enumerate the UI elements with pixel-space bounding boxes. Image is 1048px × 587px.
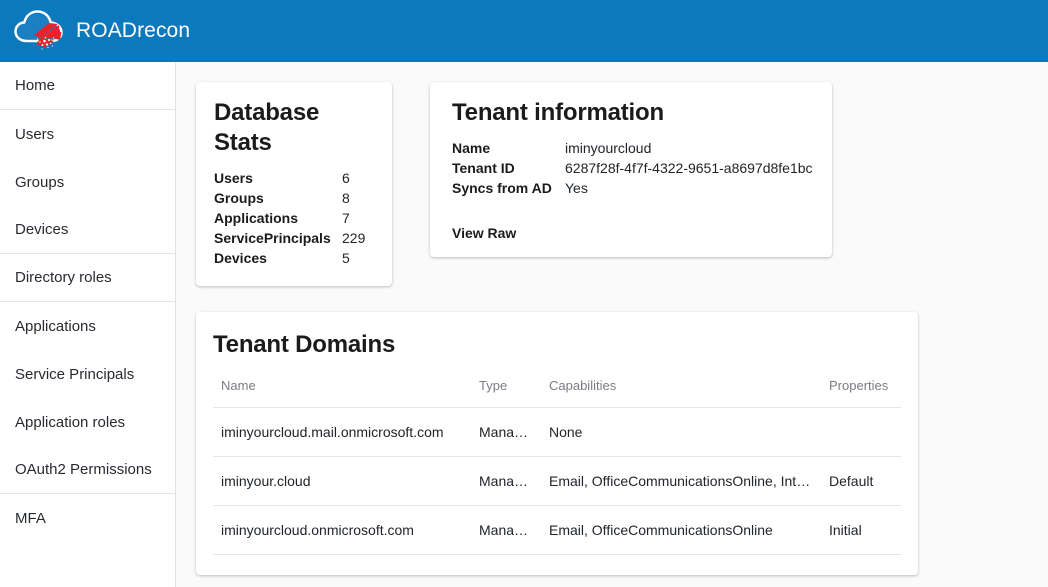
sidebar-item-service-principals[interactable]: Service Principals: [0, 350, 175, 398]
table-header-row: Name Type Capabilities Properties: [213, 372, 901, 408]
sidebar-item-home[interactable]: Home: [0, 62, 175, 110]
stat-label: Groups: [214, 190, 264, 206]
stat-value: iminyourcloud: [565, 140, 652, 156]
sidebar-item-oauth2-permissions[interactable]: OAuth2 Permissions: [0, 446, 175, 494]
sidebar-item-label: MFA: [15, 509, 46, 527]
domain-capabilities-cell: Email, OfficeCommunicationsOnline, Intun…: [541, 456, 821, 506]
sidebar-item-application-roles[interactable]: Application roles: [0, 398, 175, 446]
sidebar-item-label: Groups: [15, 173, 65, 191]
table-row[interactable]: iminyourcloud.onmicrosoft.com Managed Emai…: [213, 505, 901, 555]
sidebar-item-mfa[interactable]: MFA: [0, 494, 175, 542]
tenant-information-title: Tenant information: [452, 99, 664, 126]
sidebar-item-label: Application roles: [15, 413, 126, 431]
cloud-explosion-icon: [14, 10, 63, 50]
domain-type-cell: Managed: [471, 505, 541, 555]
stat-value: 6: [342, 170, 350, 186]
domain-properties-cell: [821, 407, 901, 457]
tenant-domains-card: Tenant Domains Name Type Capabilities Pr…: [196, 312, 918, 575]
sidebar-item-label: Applications: [15, 317, 96, 335]
column-header-name[interactable]: Name: [213, 372, 471, 408]
sidebar-item-label: Users: [15, 125, 55, 143]
sidebar-item-label: OAuth2 Permissions: [15, 461, 152, 478]
tenant-domains-table: Name Type Capabilities Properties iminyo…: [213, 372, 901, 555]
sidebar-nav: Home Users Groups Devices Directory roles App…: [0, 62, 176, 587]
domain-type-cell: Managed: [471, 407, 541, 457]
stat-label: Applications: [214, 210, 299, 226]
sidebar-item-devices[interactable]: Devices: [0, 206, 175, 254]
stat-label: ServicePrincipals: [214, 230, 331, 246]
column-header-properties[interactable]: Properties: [821, 372, 901, 408]
domain-name-cell: iminyour.cloud: [213, 456, 471, 506]
domain-type-cell: Managed: [471, 456, 541, 506]
domain-properties-cell: Initial: [821, 505, 901, 555]
stat-label: Users: [214, 170, 253, 186]
tenant-information-list: Name iminyourcloud Tenant ID 6287f28f-4f7f-…: [452, 138, 814, 198]
domain-name-cell: iminyourcloud.mail.onmicrosoft.com: [213, 407, 471, 457]
sidebar-item-applications[interactable]: Applications: [0, 302, 175, 350]
sidebar-item-groups[interactable]: Groups: [0, 158, 175, 206]
sidebar-item-users[interactable]: Users: [0, 110, 175, 158]
tenant-information-card: Tenant information Name iminyourcloud Tena…: [430, 82, 832, 257]
tenant-domains-table-body: iminyourcloud.mail.onmicrosoft.com Manage…: [213, 407, 901, 555]
domain-properties-cell: Default: [821, 456, 901, 506]
page-body: Home Users Groups Devices Directory roles App…: [0, 62, 1048, 587]
stat-value: 6287f28f-4f7f-4322-9651-a8697d8fe1bc: [565, 160, 813, 176]
tenant-domains-table-head: Name Type Capabilities Properties: [213, 372, 901, 408]
column-header-type[interactable]: Type: [471, 372, 541, 408]
sidebar-item-label: Devices: [15, 221, 69, 238]
table-row[interactable]: iminyour.cloud Managed Email, OfficeCommun…: [213, 456, 901, 506]
database-stats-title: Database Stats: [214, 99, 320, 156]
summary-cards-row: Database Stats Users 6 Groups 8 Applications…: [196, 82, 1048, 286]
stat-value: 5: [342, 250, 350, 266]
tenant-domains-title: Tenant Domains: [213, 331, 396, 358]
table-row[interactable]: iminyourcloud.mail.onmicrosoft.com Manage…: [213, 407, 901, 457]
app-header-bar: ROADrecon: [0, 0, 1048, 62]
database-stats-list: Users 6 Groups 8 Applications 7 ServicePrincip…: [214, 168, 374, 268]
sidebar-item-label: Directory roles: [15, 269, 112, 286]
stat-value: 229: [342, 230, 366, 246]
stat-label: Syncs from AD: [452, 180, 552, 196]
sidebar-item-label: Service Principals: [15, 365, 135, 383]
domain-capabilities-cell: Email, OfficeCommunicationsOnline: [541, 505, 821, 555]
sidebar-item-label: Home: [15, 77, 56, 94]
stat-value: 8: [342, 190, 350, 206]
main-content: Database Stats Users 6 Groups 8 Applications…: [176, 62, 1048, 587]
domain-capabilities-cell: None: [541, 407, 821, 457]
stat-label: Devices: [214, 250, 267, 266]
stat-value: Yes: [565, 180, 588, 196]
app-title: ROADrecon: [76, 19, 191, 42]
stat-label: Name: [452, 140, 491, 156]
stat-label: Tenant ID: [452, 160, 515, 176]
domain-name-cell: iminyourcloud.onmicrosoft.com: [213, 505, 471, 555]
view-raw-button[interactable]: View Raw: [452, 225, 516, 241]
stat-value: 7: [342, 210, 350, 226]
database-stats-card: Database Stats Users 6 Groups 8 Applications…: [196, 82, 392, 286]
sidebar-item-directory-roles[interactable]: Directory roles: [0, 254, 175, 302]
column-header-capabilities[interactable]: Capabilities: [541, 372, 821, 408]
